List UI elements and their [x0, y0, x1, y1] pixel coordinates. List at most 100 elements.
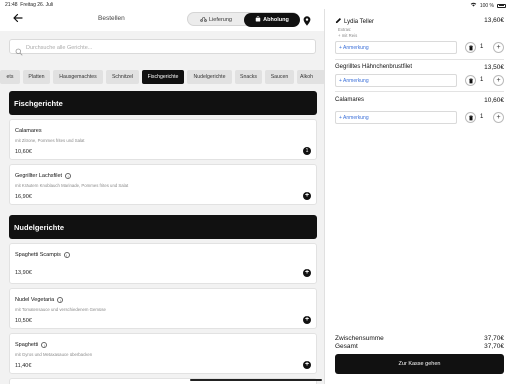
trash-icon [468, 77, 473, 83]
delete-button[interactable] [465, 42, 476, 53]
cart-item-name[interactable]: Gegrilltes Hähnchenbrustfilet [335, 64, 412, 70]
cart-item: Gegrilltes Hähnchenbrustfilet 13,50€ + A… [335, 64, 504, 94]
item-description: mit Tomatensauce und verschiedenem Gemüs… [15, 307, 106, 312]
item-price: 10,50€ [15, 318, 32, 324]
status-bar: 21:48 Freitag 26. Juli 100 % [0, 0, 512, 9]
divider [335, 59, 504, 60]
wifi-icon [470, 2, 477, 9]
item-description: mit Zitrone, Pommes frites und Salat [15, 138, 85, 143]
cart-item-quantity: 1 [480, 77, 484, 83]
cart-item-quantity: 1 [480, 44, 484, 50]
total-row: Gesamt 37,70€ [335, 343, 504, 350]
total-label: Gesamt [335, 343, 358, 350]
delivery-label: Lieferung [209, 17, 232, 23]
add-item-button[interactable]: + [303, 192, 311, 200]
plus-icon: + [496, 44, 501, 51]
delete-button[interactable] [465, 75, 476, 86]
tab-nudelgerichte[interactable]: Nudelgerichte [187, 70, 232, 84]
pickup-label: Abholung [263, 17, 289, 23]
menu-panel: Bestellen Lieferung Abholung et [0, 9, 325, 384]
item-name: Spaghetti Scampis i [15, 252, 70, 258]
cart-item-extras: + mit Reis [338, 33, 358, 38]
subtotal-value: 37,70€ [484, 335, 504, 342]
tab-schnitzel[interactable]: Schnitzel [106, 70, 139, 84]
add-note-button[interactable]: + Anmerkung [335, 41, 457, 54]
section-header: Nudelgerichte [9, 215, 317, 239]
tab-saucen[interactable]: Saucen [265, 70, 294, 84]
add-note-button[interactable]: + Anmerkung [335, 74, 457, 87]
status-datetime: 21:48 Freitag 26. Juli [5, 2, 53, 8]
subtotal-label: Zwischensumme [335, 335, 384, 342]
tab-desserts[interactable]: ets [0, 70, 20, 84]
tab-platten[interactable]: Platten [23, 70, 50, 84]
info-icon[interactable]: i [65, 173, 72, 179]
increase-quantity-button[interactable]: + [493, 112, 504, 123]
trash-icon [468, 114, 473, 120]
menu-list[interactable]: Fischgerichte Calamares mit Zitrone, Pom… [0, 91, 324, 384]
add-item-button[interactable]: + [303, 361, 311, 369]
menu-item-card[interactable]: Nudel Vegetaria i mit Tomatensauce und ve… [9, 288, 317, 329]
checkout-button[interactable]: Zur Kasse gehen [335, 354, 504, 374]
delivery-option[interactable]: Lieferung [188, 13, 244, 27]
increase-quantity-button[interactable]: + [493, 42, 504, 53]
back-button[interactable] [12, 12, 26, 26]
item-price: 13,90€ [15, 270, 32, 276]
menu-item-card[interactable]: Calamares mit Zitrone, Pommes frites und… [9, 119, 317, 160]
trash-icon [468, 44, 473, 50]
cart-item-name[interactable]: Calamares [335, 97, 364, 103]
item-description: mit Gyros und Metaxasauce überbacken [15, 352, 93, 357]
arrow-left-icon [13, 13, 23, 23]
item-name: Spaghetti i [15, 342, 48, 348]
home-indicator[interactable] [190, 379, 322, 381]
menu-item-card[interactable]: Spaghetti i mit Gyros und Metaxasauce übe… [9, 333, 317, 374]
menu-item-card[interactable]: Spaghetti Scampis i 13,90€ + [9, 243, 317, 284]
cart-item-name[interactable]: Lydia Teller [335, 17, 374, 26]
cart-item-price: 13,60€ [484, 17, 504, 24]
item-quantity-badge[interactable]: 1 [303, 147, 311, 155]
cart-item-price: 13,50€ [484, 64, 504, 71]
item-name: Gegrillter Lachsfilet i [15, 173, 72, 179]
tab-snacks[interactable]: Snacks [235, 70, 262, 84]
info-icon[interactable]: i [57, 297, 64, 303]
item-name: Nudel Vegetaria i [15, 297, 64, 303]
menu-item-card[interactable]: Gegrillter Lachsfilet i mit Kräutern Knob… [9, 164, 317, 205]
total-value: 37,70€ [484, 343, 504, 350]
pickup-option[interactable]: Abholung [244, 13, 300, 27]
scooter-icon [200, 16, 207, 24]
status-right: 100 % [470, 2, 506, 9]
plus-icon: + [496, 77, 501, 84]
info-icon[interactable]: i [41, 342, 48, 348]
battery-percent: 100 % [479, 2, 494, 9]
search-icon [15, 43, 23, 56]
divider [335, 91, 504, 92]
info-icon[interactable]: i [63, 252, 70, 258]
plus-icon: + [496, 114, 501, 121]
tab-fischgerichte[interactable]: Fischgerichte [142, 70, 184, 84]
cart-item-quantity: 1 [480, 114, 484, 120]
pencil-icon [335, 17, 342, 26]
category-tabs: ets Platten Hausgemachtes Schnitzel Fisc… [0, 70, 324, 84]
item-price: 11,40€ [15, 363, 32, 369]
top-bar: Bestellen Lieferung Abholung [0, 9, 324, 31]
tab-hausgemachtes[interactable]: Hausgemachtes [53, 70, 103, 84]
tab-alkohol[interactable]: Alkoh [297, 70, 324, 84]
item-price: 10,60€ [15, 149, 32, 155]
search-input[interactable] [26, 42, 306, 53]
page-title: Bestellen [98, 15, 125, 22]
increase-quantity-button[interactable]: + [493, 75, 504, 86]
bag-icon [255, 16, 261, 24]
search-bar [9, 39, 316, 56]
delete-button[interactable] [465, 112, 476, 123]
item-name: Calamares [15, 128, 42, 134]
add-note-button[interactable]: + Anmerkung [335, 111, 457, 124]
add-item-button[interactable]: + [303, 269, 311, 277]
subtotal-row: Zwischensumme 37,70€ [335, 335, 504, 342]
cart-item-price: 10,60€ [484, 97, 504, 104]
item-price: 16,90€ [15, 194, 32, 200]
battery-icon [497, 3, 506, 8]
location-pin-icon[interactable] [303, 13, 311, 26]
add-item-button[interactable]: + [303, 316, 311, 324]
cart-panel: Lydia Teller 13,60€ Extras: + mit Reis +… [326, 9, 512, 384]
order-mode-toggle[interactable]: Lieferung Abholung [187, 12, 300, 27]
item-description: mit Kräutern Knoblauch Marinade, Pommes … [15, 183, 129, 188]
